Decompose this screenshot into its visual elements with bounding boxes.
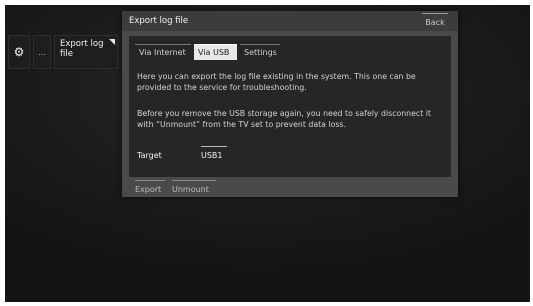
unmount-button[interactable]: Unmount — [172, 180, 216, 194]
target-selector[interactable]: USB1 — [201, 146, 227, 160]
gear-icon: ⚙ — [13, 45, 25, 59]
dialog-header: Export log file Back — [122, 11, 458, 31]
tab-via-internet[interactable]: Via Internet — [135, 44, 191, 60]
export-button[interactable]: Export — [135, 180, 165, 194]
breadcrumb-current[interactable]: Export log file — [54, 35, 118, 69]
tab-via-usb[interactable]: Via USB — [194, 44, 237, 60]
unmount-warning-text: Before you remove the USB storage again,… — [137, 109, 431, 129]
breadcrumb-more-label: ... — [38, 47, 46, 57]
breadcrumb-current-label: Export log file — [60, 39, 104, 59]
target-label: Target — [137, 151, 162, 160]
corner-marker-icon — [109, 39, 115, 45]
dialog-content: Via Internet Via USB Settings Here you c… — [129, 36, 451, 177]
breadcrumb-settings[interactable]: ⚙ — [8, 35, 30, 69]
tab-settings[interactable]: Settings — [240, 44, 280, 60]
export-log-dialog: Export log file Back Via Internet Via US… — [122, 11, 458, 197]
description-text: Here you can export the log file existin… — [137, 72, 416, 92]
back-button[interactable]: Back — [422, 13, 448, 27]
tv-screen: ⚙ ... Export log file Export log file Ba… — [5, 5, 530, 302]
breadcrumb-more[interactable]: ... — [33, 35, 51, 69]
dialog-title: Export log file — [129, 16, 189, 26]
